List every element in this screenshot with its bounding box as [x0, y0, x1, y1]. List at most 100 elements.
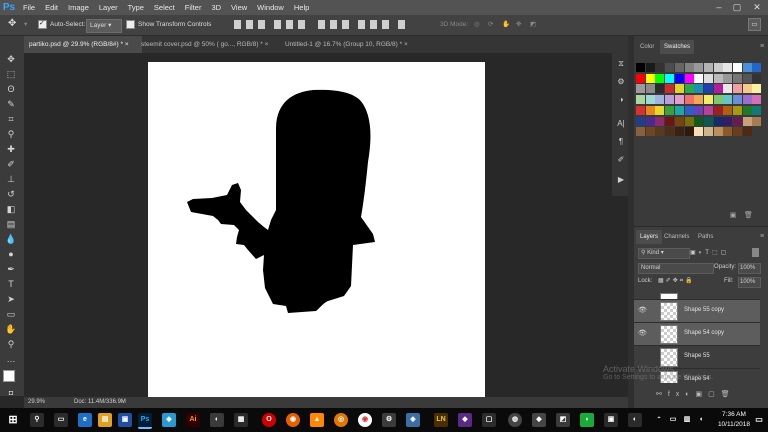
zoom-level[interactable]: 29.9% [28, 397, 45, 408]
swatch[interactable] [752, 63, 762, 72]
swatch[interactable] [655, 84, 665, 94]
zoom-tool-icon[interactable]: ⚲ [4, 338, 18, 350]
swatch[interactable] [752, 105, 762, 115]
menu-type[interactable]: Type [123, 3, 149, 12]
move-tool-icon[interactable]: ✥ [8, 18, 16, 30]
swatch[interactable] [742, 127, 752, 137]
workspace[interactable] [24, 53, 628, 400]
file-explorer-icon[interactable]: ▤ [98, 413, 112, 427]
swatch[interactable] [684, 63, 694, 72]
swatch[interactable] [713, 73, 723, 83]
firefox-icon[interactable]: ◉ [286, 413, 300, 427]
lock-icons[interactable]: ▦✐✥⌗🔒 [658, 277, 695, 285]
swatch[interactable] [703, 63, 713, 72]
swatch[interactable] [733, 105, 742, 115]
tab-swatches[interactable]: Swatches [660, 40, 695, 54]
marquee-tool-icon[interactable]: ⬚ [4, 68, 18, 80]
swatch[interactable] [713, 105, 723, 115]
move-tool-icon[interactable]: ✥ [4, 53, 18, 65]
swatch[interactable] [645, 95, 655, 105]
more-tools-icon[interactable]: … [4, 353, 18, 365]
adjustments-icon[interactable]: ◑ [615, 94, 627, 106]
menu-help[interactable]: Help [289, 3, 314, 12]
swatch[interactable] [723, 105, 733, 115]
swatch[interactable] [665, 116, 675, 126]
swatch[interactable] [703, 127, 713, 137]
opera-icon[interactable]: O [262, 413, 276, 427]
swatch[interactable] [742, 116, 752, 126]
swatch[interactable] [636, 105, 645, 115]
swatch[interactable] [723, 127, 733, 137]
tab-untitled-1[interactable]: Untitled-1 @ 16.7% (Group 10, RGB/8) * × [280, 36, 420, 53]
quick-mask-icon[interactable]: ◘ [4, 388, 18, 400]
trash-icon[interactable]: 🗑 [744, 212, 753, 220]
layer-actions[interactable]: ⚯fx◐▣▢🗑 [634, 385, 768, 405]
app-icon[interactable]: ▦ [234, 413, 248, 427]
swatch[interactable] [655, 73, 665, 83]
align-hcenter-icon[interactable] [286, 20, 293, 29]
distribute-vcenter-icon[interactable] [330, 20, 337, 29]
swatch[interactable] [665, 95, 675, 105]
photoshop-taskbar-icon[interactable]: Ps [138, 413, 152, 429]
swatch[interactable] [723, 95, 733, 105]
maximize-icon[interactable]: ▢ [730, 0, 744, 15]
swatch[interactable] [684, 116, 694, 126]
brush-presets-icon[interactable]: ✐ [615, 154, 627, 166]
dodge-tool-icon[interactable]: ● [4, 248, 18, 260]
swatch[interactable] [723, 116, 733, 126]
app-icon[interactable]: ◆ [532, 413, 546, 427]
eyedropper-tool-icon[interactable]: ⚲ [4, 128, 18, 140]
swatch[interactable] [684, 95, 694, 105]
app-icon[interactable]: ◍ [508, 413, 522, 427]
panel-menu-icon[interactable]: ≡ [758, 233, 766, 241]
distribute-left-icon[interactable] [358, 20, 365, 29]
properties-icon[interactable]: ⚙ [615, 76, 627, 88]
app-icon[interactable]: ◆ [162, 413, 176, 427]
chevron-down-icon[interactable]: ▾ [24, 19, 27, 31]
swatch[interactable] [694, 127, 704, 137]
align-top-icon[interactable] [234, 20, 241, 29]
swatch[interactable] [674, 84, 684, 94]
tab-paths[interactable]: Paths [694, 230, 717, 244]
path-select-icon[interactable]: ➤ [4, 293, 18, 305]
tab-steemit-cover[interactable]: steemit cover.psd @ 50% ( go..., RGB/8) … [136, 36, 286, 53]
illustrator-icon[interactable]: Ai [186, 413, 200, 427]
swatch[interactable] [655, 105, 665, 115]
swatch[interactable] [723, 73, 733, 83]
auto-select-dropdown[interactable]: Layer ▾ [86, 19, 122, 33]
3d-roll-icon[interactable]: ⟳ [488, 19, 493, 31]
tray-chevron-icon[interactable]: ⌃ [652, 413, 666, 427]
fill-input[interactable]: 100% [738, 277, 761, 288]
gradient-tool-icon[interactable]: ▤ [4, 218, 18, 230]
swatch[interactable] [694, 63, 704, 72]
swatch[interactable] [703, 95, 713, 105]
task-view-icon[interactable]: ▭ [54, 413, 68, 427]
swatch[interactable] [665, 63, 675, 72]
app-icon[interactable]: ▢ [482, 413, 496, 427]
menu-view[interactable]: View [226, 3, 252, 12]
actions-icon[interactable]: ▶ [615, 174, 627, 186]
swatch[interactable] [713, 63, 723, 72]
app-icon[interactable]: ◆ [458, 413, 472, 427]
swatch[interactable] [733, 63, 742, 72]
rectangle-tool-icon[interactable]: ▭ [4, 308, 18, 320]
3d-slide-icon[interactable]: ✥ [516, 19, 521, 31]
swatch[interactable] [723, 63, 733, 72]
network-icon[interactable]: ▥ [680, 413, 694, 427]
paragraph-icon[interactable]: ¶ [615, 136, 627, 148]
blend-mode-dropdown[interactable]: Normal [638, 263, 714, 274]
swatch[interactable] [713, 116, 723, 126]
eraser-tool-icon[interactable]: ◧ [4, 203, 18, 215]
eye-icon[interactable]: 👁 [638, 330, 647, 338]
menu-file[interactable]: File [18, 3, 40, 12]
clone-stamp-icon[interactable]: ⊥ [4, 173, 18, 185]
swatch[interactable] [655, 95, 665, 105]
app-icon[interactable]: ◈ [406, 413, 420, 427]
hand-tool-icon[interactable]: ✋ [4, 323, 18, 335]
swatch[interactable] [723, 84, 733, 94]
menu-layer[interactable]: Layer [94, 3, 123, 12]
transform-controls-checkbox[interactable]: Show Transform Controls [126, 19, 211, 31]
edge-icon[interactable]: e [78, 413, 92, 427]
menu-filter[interactable]: Filter [180, 3, 207, 12]
swatch[interactable] [665, 73, 675, 83]
